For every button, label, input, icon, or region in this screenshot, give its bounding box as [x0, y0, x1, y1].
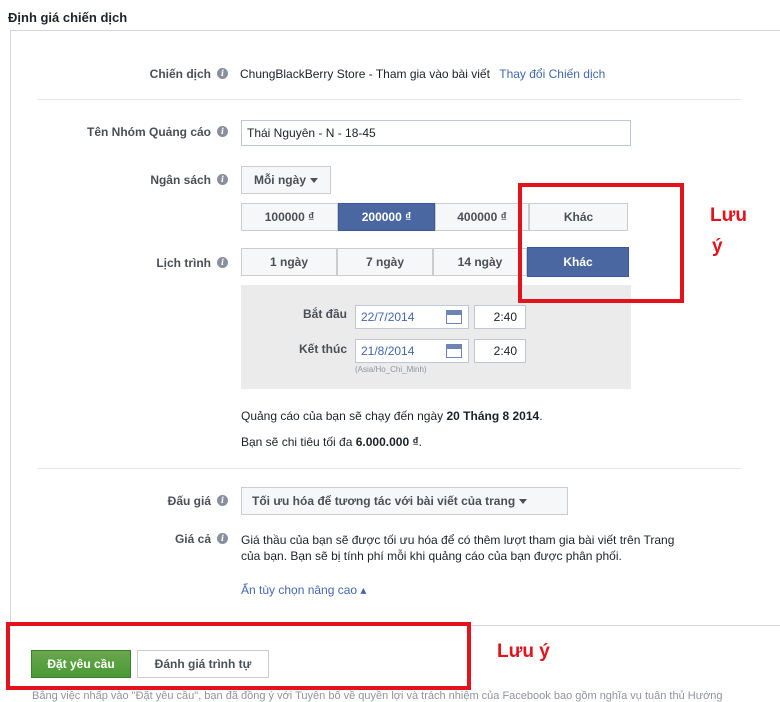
budget-option-100000[interactable]: 100000 ₫	[241, 203, 338, 231]
info-icon[interactable]: i	[217, 126, 228, 137]
ad-group-name-input[interactable]: Thái Nguyên - N - 18-45	[241, 120, 631, 146]
spend-summary-suffix: .	[418, 435, 422, 449]
campaign-pricing-panel: Chiến dịch i ChungBlackBerry Store - Tha…	[10, 30, 780, 626]
chevron-down-icon	[519, 499, 528, 505]
run-summary-text: Quảng cáo của bạn sẽ chạy đến ngày	[241, 409, 447, 423]
schedule-label: Lịch trình	[156, 256, 211, 270]
run-summary: Quảng cáo của bạn sẽ chạy đến ngày 20 Th…	[241, 409, 543, 423]
annotation-highlight-box	[6, 622, 471, 690]
chevron-down-icon	[310, 178, 318, 184]
run-end-date: 20 Tháng 8 2014	[446, 409, 540, 423]
ad-group-label: Tên Nhóm Quảng cáo	[86, 125, 211, 139]
calendar-icon[interactable]	[446, 310, 462, 324]
bidding-dropdown[interactable]: Tối ưu hóa để tương tác với bài viết của…	[241, 487, 568, 515]
spend-summary-text: Bạn sẽ chi tiêu tối đa	[241, 435, 356, 449]
hide-advanced-options-link[interactable]: Ẩn tùy chọn nâng cao ▴	[241, 583, 366, 597]
annotation-note-bottom: Lưu ý	[497, 641, 550, 662]
start-time-input[interactable]: 2:40	[474, 305, 526, 329]
annotation-note-line-1: Lưu	[710, 205, 747, 226]
terms-footer: Bằng việc nhấp vào "Đặt yêu cầu", bạn đã…	[32, 690, 723, 702]
spend-amount: 6.000.000 ₫	[355, 435, 419, 449]
annotation-highlight-box	[518, 183, 684, 303]
run-summary-suffix: .	[539, 409, 543, 423]
campaign-name: ChungBlackBerry Store - Tham gia vào bài…	[240, 67, 490, 81]
info-icon[interactable]: i	[217, 533, 228, 544]
campaign-row: ChungBlackBerry Store - Tham gia vào bài…	[240, 67, 605, 81]
info-icon[interactable]: i	[217, 174, 228, 185]
schedule-option-14-days[interactable]: 14 ngày	[433, 248, 527, 276]
info-icon[interactable]: i	[217, 495, 228, 506]
schedule-option-7-days[interactable]: 7 ngày	[337, 248, 433, 276]
annotation-note-line-2: ý	[712, 236, 723, 257]
timezone-label: (Asia/Ho_Chi_Minh)	[355, 365, 427, 374]
budget-option-200000[interactable]: 200000 ₫	[338, 203, 435, 231]
info-icon[interactable]: i	[217, 68, 228, 79]
info-icon[interactable]: i	[217, 257, 228, 268]
budget-option-400000[interactable]: 400000 ₫	[435, 203, 529, 231]
schedule-option-1-day[interactable]: 1 ngày	[241, 248, 337, 276]
campaign-label: Chiến dịch	[149, 67, 211, 81]
pricing-line-2: của bạn. Bạn sẽ bị tính phí mỗi khi quản…	[241, 549, 622, 563]
end-time-input[interactable]: 2:40	[474, 339, 526, 363]
pricing-line-1: Giá thầu của bạn sẽ được tối ưu hóa để c…	[241, 533, 675, 547]
budget-period-value: Mỗi ngày	[253, 173, 306, 187]
bidding-label: Đấu giá	[167, 494, 211, 508]
divider	[37, 99, 741, 100]
page-title: Định giá chiến dịch	[8, 10, 128, 25]
bidding-value: Tối ưu hóa để tương tác với bài viết của…	[252, 494, 516, 508]
pricing-description: Giá thầu của bạn sẽ được tối ưu hóa để c…	[241, 532, 761, 564]
end-date-label: Kết thúc	[299, 342, 347, 356]
budget-label: Ngân sách	[150, 173, 211, 187]
change-campaign-link[interactable]: Thay đổi Chiến dịch	[499, 67, 605, 81]
divider	[37, 468, 741, 469]
calendar-icon[interactable]	[446, 344, 462, 358]
pricing-label: Giá cả	[174, 532, 211, 546]
start-date-label: Bắt đầu	[302, 307, 347, 321]
budget-period-dropdown[interactable]: Mỗi ngày	[241, 166, 331, 194]
spend-summary: Bạn sẽ chi tiêu tối đa 6.000.000 ₫.	[241, 435, 422, 449]
